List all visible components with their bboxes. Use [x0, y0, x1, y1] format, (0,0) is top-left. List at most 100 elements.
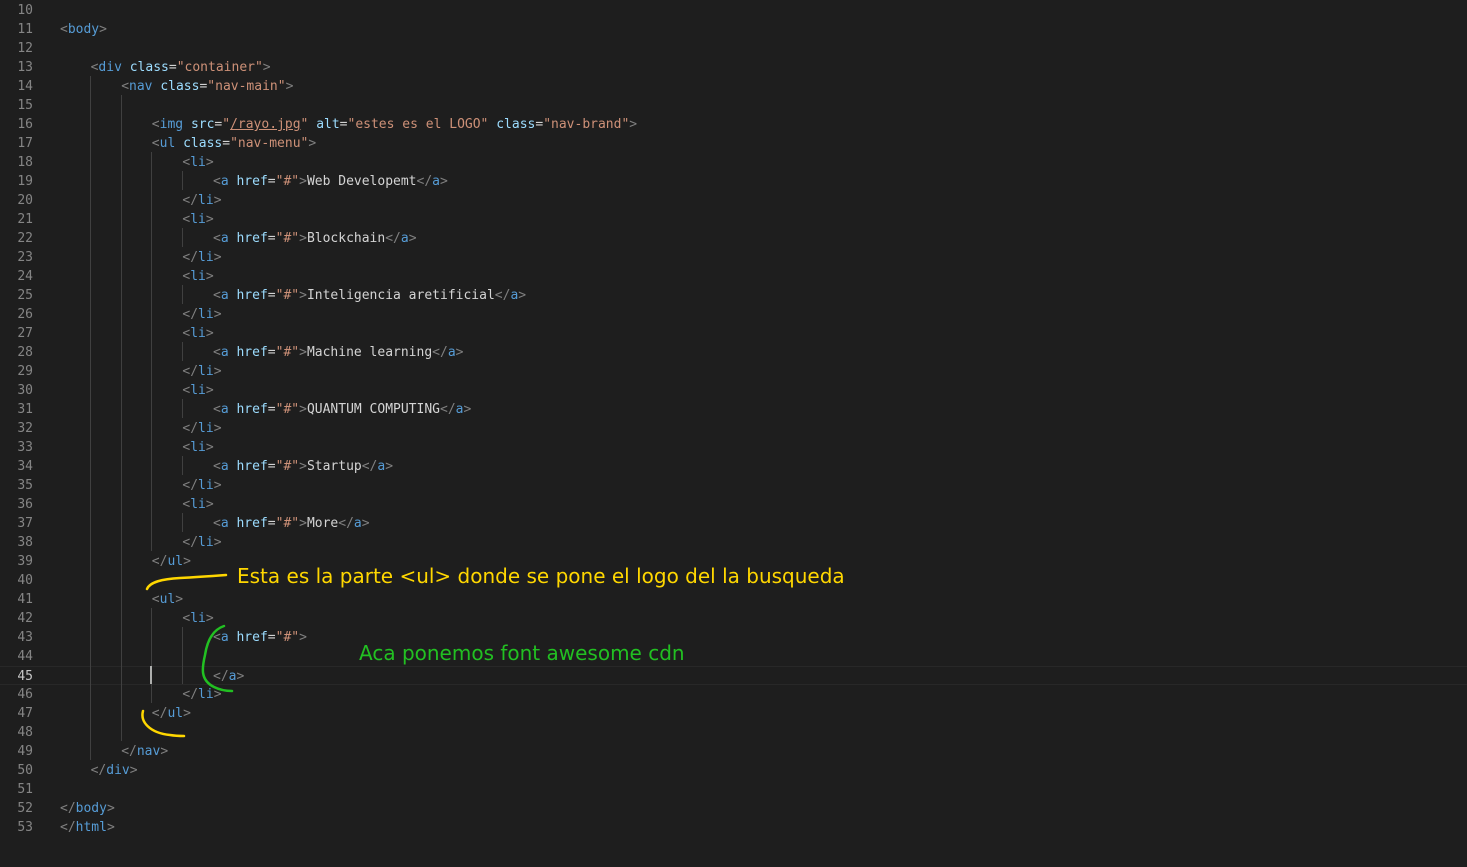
code-line[interactable]: 17 <ul class="nav-menu"> [0, 134, 1467, 153]
line-number[interactable]: 15 [0, 96, 33, 115]
code-line[interactable]: 14 <nav class="nav-main"> [0, 77, 1467, 96]
line-number[interactable]: 27 [0, 324, 33, 343]
code-line[interactable]: 11 <body> [0, 20, 1467, 39]
code-line[interactable]: 10 [0, 1, 1467, 20]
code-text[interactable]: <li> [182, 381, 213, 400]
line-number[interactable]: 36 [0, 495, 33, 514]
line-number[interactable]: 19 [0, 172, 33, 191]
code-text[interactable]: <li> [182, 267, 213, 286]
code-line[interactable]: 37 <a href="#">More</a> [0, 514, 1467, 533]
code-text[interactable]: </a> [213, 667, 244, 686]
code-text[interactable]: <ul> [152, 590, 183, 609]
line-number[interactable]: 26 [0, 305, 33, 324]
line-number[interactable]: 25 [0, 286, 33, 305]
code-text[interactable]: <li> [182, 324, 213, 343]
code-text[interactable]: <li> [182, 438, 213, 457]
line-number[interactable]: 46 [0, 685, 33, 704]
code-line[interactable]: 23 </li> [0, 248, 1467, 267]
code-text[interactable]: <img src="/rayo.jpg" alt="estes es el LO… [152, 115, 637, 134]
code-text[interactable]: </body> [60, 799, 115, 818]
code-text[interactable]: <a href="#">Web Developemt</a> [213, 172, 448, 191]
code-text[interactable]: </html> [60, 818, 115, 837]
code-text[interactable]: <ul class="nav-menu"> [152, 134, 316, 153]
line-number[interactable]: 31 [0, 400, 33, 419]
line-number[interactable]: 10 [0, 1, 33, 20]
code-line[interactable]: 45 </a> [0, 666, 1467, 685]
code-line[interactable]: 24 <li> [0, 267, 1467, 286]
line-number[interactable]: 44 [0, 647, 33, 666]
line-number[interactable]: 17 [0, 134, 33, 153]
code-line[interactable]: 48 [0, 723, 1467, 742]
line-number[interactable]: 32 [0, 419, 33, 438]
line-number[interactable]: 53 [0, 818, 33, 837]
line-number[interactable]: 12 [0, 39, 33, 58]
code-line[interactable]: 22 <a href="#">Blockchain</a> [0, 229, 1467, 248]
code-line[interactable]: 47 </ul> [0, 704, 1467, 723]
code-line[interactable]: 12 [0, 39, 1467, 58]
code-line[interactable]: 43 <a href="#"> [0, 628, 1467, 647]
code-text[interactable]: <li> [182, 210, 213, 229]
line-number[interactable]: 16 [0, 115, 33, 134]
code-line[interactable]: 32 </li> [0, 419, 1467, 438]
line-number[interactable]: 38 [0, 533, 33, 552]
line-number[interactable]: 39 [0, 552, 33, 571]
line-number[interactable]: 48 [0, 723, 33, 742]
line-number[interactable]: 51 [0, 780, 33, 799]
code-line[interactable]: 51 [0, 780, 1467, 799]
line-number[interactable]: 18 [0, 153, 33, 172]
code-text[interactable]: <a href="#">Machine learning</a> [213, 343, 463, 362]
code-text[interactable]: </li> [182, 362, 221, 381]
code-line[interactable]: 33 <li> [0, 438, 1467, 457]
line-number[interactable]: 14 [0, 77, 33, 96]
code-text[interactable]: </ul> [152, 552, 191, 571]
line-number[interactable]: 35 [0, 476, 33, 495]
code-line[interactable]: 36 <li> [0, 495, 1467, 514]
code-line[interactable]: 16 <img src="/rayo.jpg" alt="estes es el … [0, 115, 1467, 134]
line-number[interactable]: 23 [0, 248, 33, 267]
code-line[interactable]: 18 <li> [0, 153, 1467, 172]
line-number[interactable]: 40 [0, 571, 33, 590]
line-number[interactable]: 49 [0, 742, 33, 761]
code-text[interactable]: </li> [182, 685, 221, 704]
code-text[interactable]: </li> [182, 191, 221, 210]
code-line[interactable]: 41 <ul> [0, 590, 1467, 609]
code-line[interactable]: 52 </body> [0, 799, 1467, 818]
code-text[interactable]: <a href="#">More</a> [213, 514, 370, 533]
code-text[interactable]: <nav class="nav-main"> [121, 77, 293, 96]
code-text[interactable]: <li> [182, 495, 213, 514]
code-line[interactable]: 27 <li> [0, 324, 1467, 343]
code-line[interactable]: 42 <li> [0, 609, 1467, 628]
code-text[interactable]: <li> [182, 609, 213, 628]
code-line[interactable]: 13 <div class="container"> [0, 58, 1467, 77]
code-text[interactable]: </div> [91, 761, 138, 780]
line-number[interactable]: 21 [0, 210, 33, 229]
line-number[interactable]: 50 [0, 761, 33, 780]
line-number[interactable]: 29 [0, 362, 33, 381]
line-number[interactable]: 42 [0, 609, 33, 628]
code-text[interactable]: <a href="#">Startup</a> [213, 457, 393, 476]
code-line[interactable]: 15 [0, 96, 1467, 115]
line-number[interactable]: 13 [0, 58, 33, 77]
code-text[interactable]: </ul> [152, 704, 191, 723]
line-number[interactable]: 30 [0, 381, 33, 400]
code-line[interactable]: 44 [0, 647, 1467, 666]
code-line[interactable]: 21 <li> [0, 210, 1467, 229]
code-line[interactable]: 26 </li> [0, 305, 1467, 324]
line-number[interactable]: 34 [0, 457, 33, 476]
line-number[interactable]: 33 [0, 438, 33, 457]
code-text[interactable]: <a href="#">Blockchain</a> [213, 229, 417, 248]
code-line[interactable]: 53 </html> [0, 818, 1467, 837]
code-text[interactable]: </li> [182, 248, 221, 267]
code-line[interactable]: 49 </nav> [0, 742, 1467, 761]
line-number[interactable]: 28 [0, 343, 33, 362]
code-text[interactable]: <a href="#"> [213, 628, 307, 647]
code-line[interactable]: 38 </li> [0, 533, 1467, 552]
code-text[interactable]: <li> [182, 153, 213, 172]
line-number[interactable]: 11 [0, 20, 33, 39]
code-line[interactable]: 20 </li> [0, 191, 1467, 210]
code-text[interactable]: </li> [182, 533, 221, 552]
code-line[interactable]: 50 </div> [0, 761, 1467, 780]
code-text[interactable]: </li> [182, 476, 221, 495]
line-number[interactable]: 43 [0, 628, 33, 647]
line-number[interactable]: 47 [0, 704, 33, 723]
